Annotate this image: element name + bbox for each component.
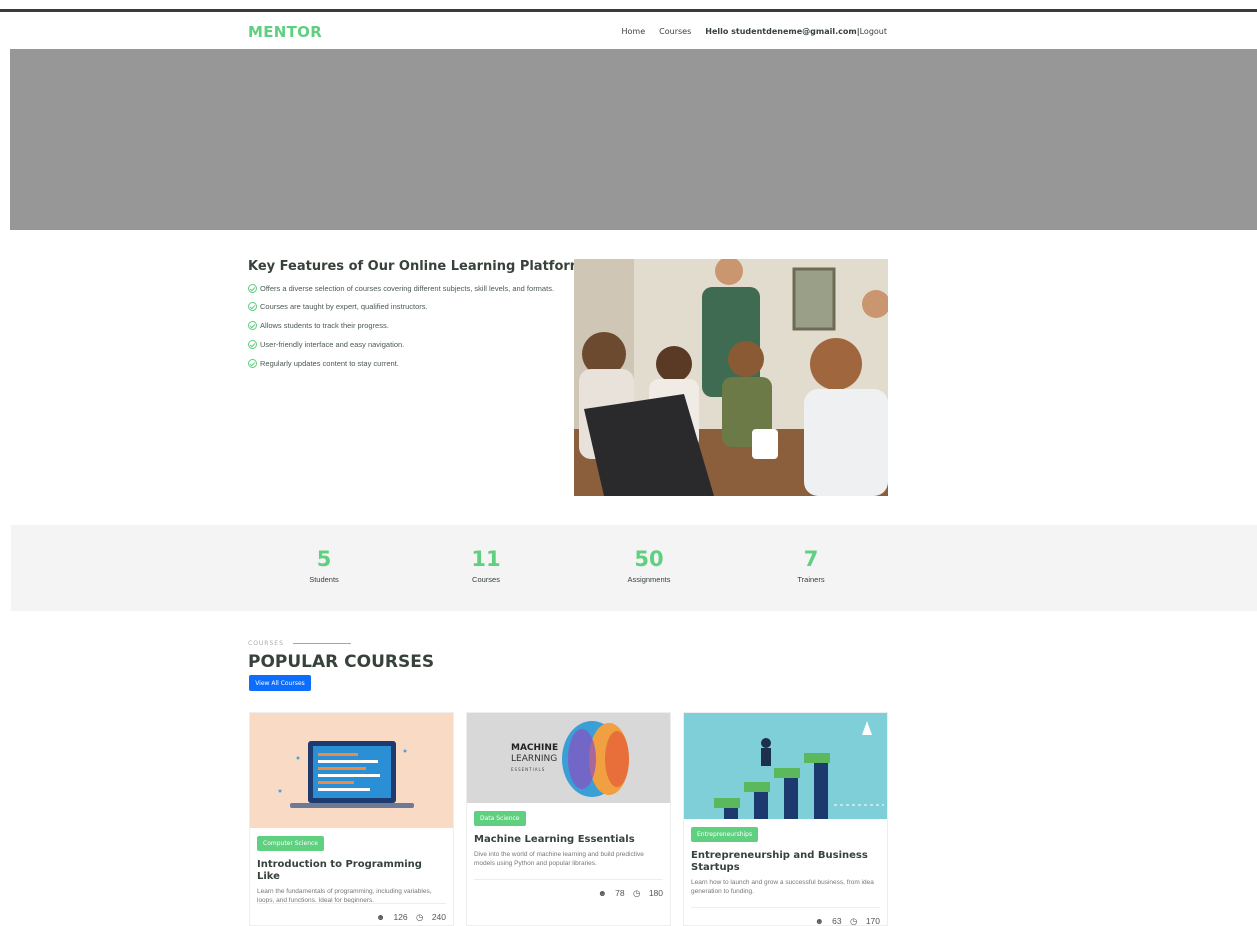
course-duration: 180 <box>648 888 663 898</box>
course-title[interactable]: Machine Learning Essentials <box>474 834 663 846</box>
laptop-code-illustration <box>250 713 453 828</box>
check-circle-icon <box>248 321 257 330</box>
hero-banner <box>10 49 1257 230</box>
count-label: Courses <box>472 575 500 584</box>
clock-icon: ◷ <box>850 916 858 926</box>
image-text-line2: LEARNING <box>511 754 558 764</box>
clock-icon: ◷ <box>633 888 641 898</box>
feature-text: Courses are taught by expert, qualified … <box>260 302 428 311</box>
logout-link[interactable]: Logout <box>860 27 887 36</box>
student-count: 126 <box>393 912 408 922</box>
count-courses: 11 Courses <box>436 547 536 584</box>
feature-item: Offers a diverse selection of courses co… <box>248 283 558 294</box>
course-stats: ☻ 126 ◷ 240 <box>257 903 446 923</box>
count-students: 5 Students <box>274 547 374 584</box>
course-card[interactable]: Entrepreneurships Entrepreneurship and B… <box>683 712 888 926</box>
check-circle-icon <box>248 359 257 368</box>
course-title[interactable]: Introduction to Programming Like <box>257 859 446 883</box>
course-stats: ☻ 63 ◷ 170 <box>691 907 880 926</box>
check-circle-icon <box>248 302 257 311</box>
user-greeting: Hello studentdeneme@gmail.com|Logout <box>705 27 887 36</box>
view-all-courses-button[interactable]: View All Courses <box>249 675 311 691</box>
check-circle-icon <box>248 340 257 349</box>
course-description: Dive into the world of machine learning … <box>474 851 644 867</box>
count-value: 11 <box>471 547 501 571</box>
course-title[interactable]: Entrepreneurship and Business Startups <box>691 850 880 874</box>
feature-text: Offers a diverse selection of courses co… <box>260 284 555 293</box>
feature-text: Regularly updates content to stay curren… <box>260 359 399 368</box>
count-label: Assignments <box>627 575 671 584</box>
business-growth-illustration <box>684 713 887 819</box>
features-title: Key Features of Our Online Learning Plat… <box>248 259 584 274</box>
course-card[interactable]: Computer Science Introduction to Program… <box>249 712 454 926</box>
user-icon: ☻ <box>597 888 607 898</box>
count-trainers: 7 Trainers <box>761 547 861 584</box>
popular-courses-title: POPULAR COURSES <box>248 652 435 672</box>
count-label: Trainers <box>797 575 825 584</box>
course-category-badge[interactable]: Data Science <box>474 811 526 826</box>
course-stats: ☻ 78 ◷ 180 <box>474 879 663 899</box>
count-label: Students <box>309 575 339 584</box>
feature-item: Regularly updates content to stay curren… <box>248 358 558 369</box>
count-value: 7 <box>803 547 819 571</box>
course-image <box>250 713 453 828</box>
counts-section: 5 Students 11 Courses 50 Assignments 7 Train… <box>11 525 1257 611</box>
site-logo[interactable]: MENTOR <box>248 23 322 41</box>
count-assignments: 50 Assignments <box>599 547 699 584</box>
user-icon: ☻ <box>814 916 824 926</box>
check-circle-icon <box>248 284 257 293</box>
feature-item: Courses are taught by expert, qualified … <box>248 301 558 312</box>
course-duration: 240 <box>431 912 446 922</box>
clock-icon: ◷ <box>416 912 424 922</box>
course-card[interactable]: MACHINE LEARNING ESSENTIALS Data Science… <box>466 712 671 926</box>
features-list: Offers a diverse selection of courses co… <box>248 283 558 377</box>
image-text-line3: ESSENTIALS <box>511 767 546 772</box>
count-value: 5 <box>316 547 332 571</box>
students-photo-illustration <box>574 259 888 496</box>
greeting-text: Hello studentdeneme@gmail.com <box>705 27 857 36</box>
feature-text: Allows students to track their progress. <box>260 321 389 330</box>
course-image <box>684 713 887 819</box>
course-image: MACHINE LEARNING ESSENTIALS <box>467 713 670 803</box>
course-category-badge[interactable]: Entrepreneurships <box>691 827 759 842</box>
section-divider <box>293 643 351 644</box>
feature-item: User-friendly interface and easy navigat… <box>248 339 558 350</box>
nav-courses-link[interactable]: Courses <box>659 27 691 36</box>
brain-illustration <box>467 713 670 803</box>
course-category-badge[interactable]: Computer Science <box>257 836 324 851</box>
count-value: 50 <box>634 547 664 571</box>
student-count: 63 <box>832 916 842 926</box>
students-photo <box>574 259 888 496</box>
section-label: COURSES <box>248 640 284 647</box>
main-nav: Home Courses Hello studentdeneme@gmail.c… <box>622 27 887 36</box>
image-text-line1: MACHINE <box>511 743 559 753</box>
feature-item: Allows students to track their progress. <box>248 320 558 331</box>
nav-home-link[interactable]: Home <box>622 27 646 36</box>
feature-text: User-friendly interface and easy navigat… <box>260 340 405 349</box>
course-duration: 170 <box>865 916 880 926</box>
course-description: Learn how to launch and grow a successfu… <box>691 879 874 895</box>
site-header: MENTOR Home Courses Hello studentdeneme@… <box>0 12 1257 49</box>
student-count: 78 <box>615 888 625 898</box>
user-icon: ☻ <box>376 912 386 922</box>
